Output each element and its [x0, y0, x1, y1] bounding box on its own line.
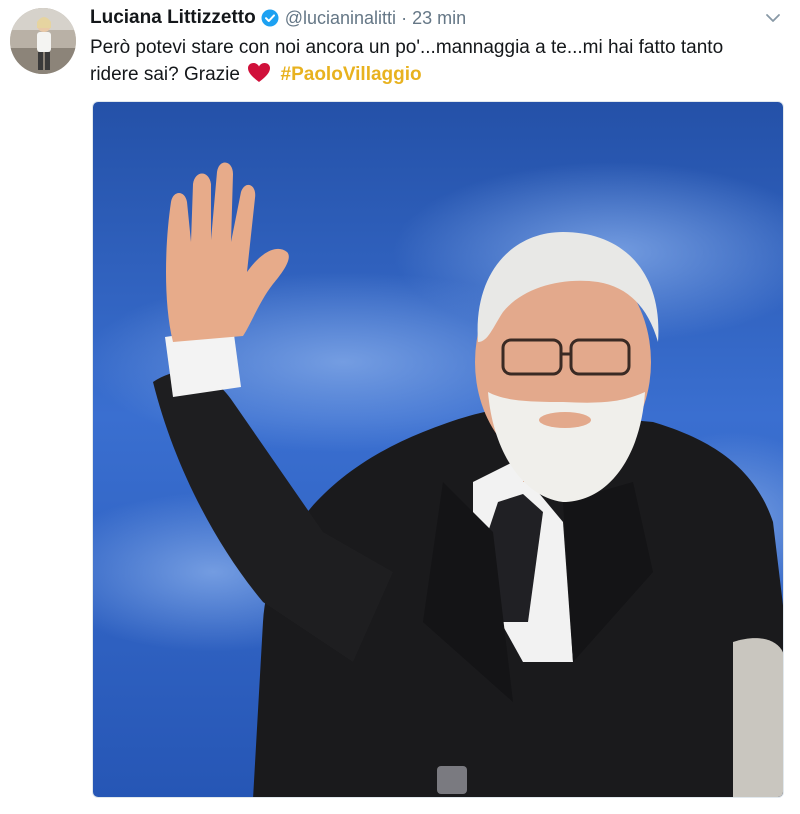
tweet-header: Luciana Littizzetto @lucianinalitti · 23… [90, 5, 780, 31]
display-name[interactable]: Luciana Littizzetto [90, 7, 256, 29]
red-heart-icon [247, 62, 271, 83]
avatar[interactable] [10, 8, 76, 74]
tweet-photo[interactable] [92, 101, 784, 798]
hashtag-link[interactable]: #PaoloVillaggio [281, 64, 422, 85]
tweet-text-line-1: Però potevi stare con noi ancora un po'.… [90, 37, 724, 58]
tweet-text-line-2: ridere sai? Grazie [90, 64, 240, 85]
verified-badge-icon [261, 9, 279, 27]
tweet[interactable]: Luciana Littizzetto @lucianinalitti · 23… [0, 0, 800, 814]
photo-illustration [93, 102, 783, 797]
separator-dot: · [401, 7, 408, 28]
user-handle[interactable]: @lucianinalitti [285, 8, 396, 29]
timestamp[interactable]: 23 min [412, 8, 466, 29]
chevron-down-icon[interactable] [764, 9, 782, 27]
tweet-text: Però potevi stare con noi ancora un po'.… [90, 34, 780, 88]
